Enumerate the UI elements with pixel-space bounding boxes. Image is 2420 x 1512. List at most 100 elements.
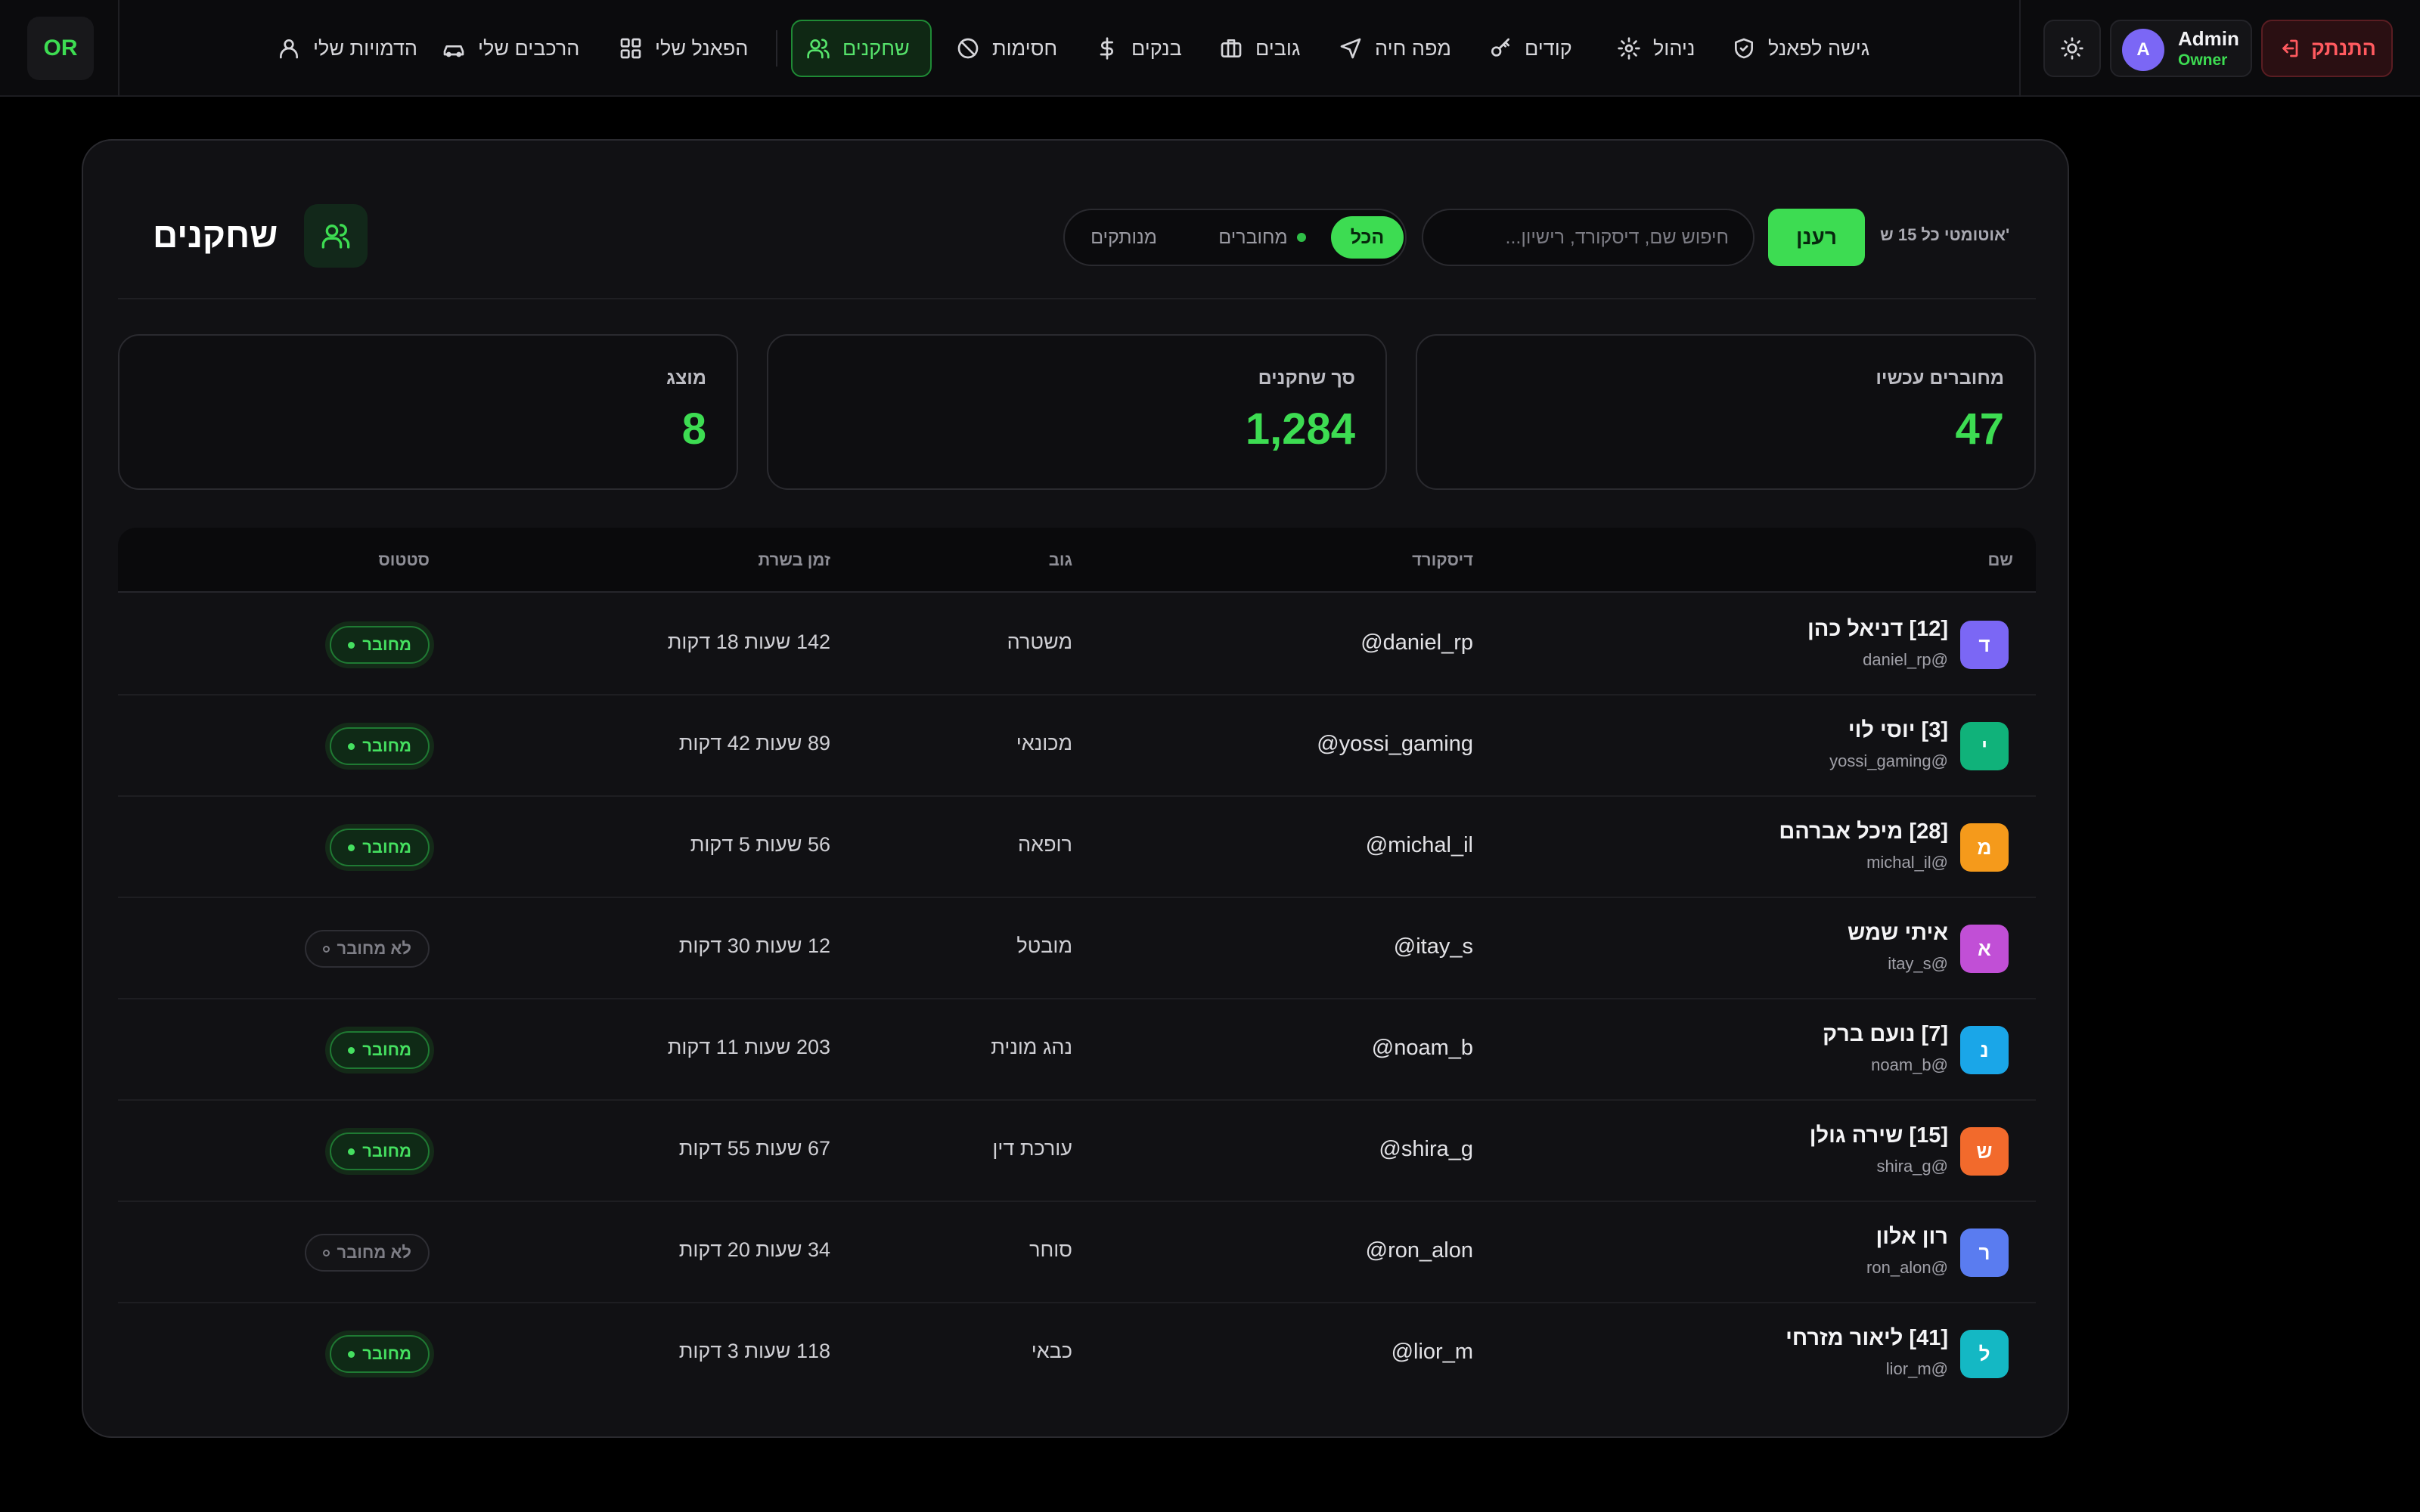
briefcase-icon xyxy=(1221,39,1242,57)
player-handle: yossi_gaming@ xyxy=(1829,751,1948,770)
player-playtime: 12 שעות 30 דקות xyxy=(678,934,830,957)
player-handle: michal_il@ xyxy=(1866,853,1948,872)
filter-offline[interactable]: מנותקים xyxy=(1080,216,1168,259)
status-badge: מחובר xyxy=(330,829,430,866)
nav-item-gangs[interactable]: גובים xyxy=(1205,20,1314,77)
player-name[interactable]: [3] יוסי לוי xyxy=(1848,718,1948,743)
nav-item-label: הרכבים שלי xyxy=(478,36,580,60)
column-header-discord[interactable]: דיסקורד xyxy=(1412,550,1473,570)
column-header-playtime[interactable]: זמן בשרת xyxy=(759,550,831,570)
nav-item-players[interactable]: שחקנים xyxy=(791,20,932,77)
users-icon xyxy=(807,39,830,59)
player-discord: lior_m@ xyxy=(1391,1340,1473,1364)
nav-item-bans[interactable]: חסימות xyxy=(942,20,1071,77)
status-dot-icon xyxy=(348,844,355,851)
players-title-icon xyxy=(304,204,368,268)
player-name[interactable]: [7] נועם ברק xyxy=(1823,1022,1948,1047)
table-row[interactable]: א איתי שמש itay_s@ itay_s@ מובטל 12 שעות 30 ד… xyxy=(118,898,2036,999)
filter-online[interactable]: מחוברים xyxy=(1205,216,1319,259)
player-name[interactable]: [12] דניאל כהן xyxy=(1807,617,1948,642)
nav-item-label: שחקנים xyxy=(842,36,910,60)
logout-icon xyxy=(2282,39,2298,57)
sun-icon xyxy=(2061,37,2083,60)
filter-online-label: מחוברים xyxy=(1218,226,1288,248)
player-discord: daniel_rp@ xyxy=(1360,631,1473,655)
player-name[interactable]: איתי שמש xyxy=(1848,921,1948,946)
player-playtime: 89 שעות 42 דקות xyxy=(678,732,830,754)
nav-item-my-panel[interactable]: הפאנל שלי xyxy=(605,20,762,77)
column-header-name[interactable]: שם xyxy=(1987,550,2013,570)
player-handle: itay_s@ xyxy=(1888,954,1948,973)
player-name[interactable]: [28] מיכל אברהם xyxy=(1779,820,1948,844)
status-dot-icon xyxy=(348,1350,355,1358)
player-playtime: 118 שעות 3 דקות xyxy=(678,1340,830,1362)
nav-item-manage[interactable]: ניהול xyxy=(1603,20,1708,77)
stat-label: סך שחקנים xyxy=(1258,367,1355,389)
navbar-divider xyxy=(2019,0,2021,97)
player-job: עורכת דין xyxy=(992,1137,1072,1160)
status-label: לא מחובר xyxy=(337,939,411,958)
table-row[interactable]: ל [41] ליאור מזרחי lior_m@ lior_m@ כבאי 118 ש… xyxy=(118,1303,2036,1396)
player-job: רופאה xyxy=(1018,833,1072,856)
status-label: מחובר xyxy=(362,1040,411,1059)
status-dot-icon xyxy=(348,641,355,649)
player-name[interactable]: [41] ליאור מזרחי xyxy=(1786,1326,1948,1351)
player-handle: daniel_rp@ xyxy=(1863,650,1948,669)
status-dot-icon xyxy=(322,945,330,953)
shield-check-icon xyxy=(1735,38,1753,59)
user-profile[interactable]: A Admin Owner xyxy=(2110,20,2252,77)
ban-icon xyxy=(957,38,979,59)
table-row[interactable]: י [3] יוסי לוי yossi_gaming@ yossi_gaming@ מ… xyxy=(118,696,2036,797)
player-handle: noam_b@ xyxy=(1871,1055,1948,1074)
nav-item-label: חסימות xyxy=(992,36,1058,60)
nav-item-live-map[interactable]: מפה חיה xyxy=(1325,20,1465,77)
nav-item-codes[interactable]: קודים xyxy=(1475,20,1586,77)
player-discord: noam_b@ xyxy=(1371,1036,1473,1060)
dollar-icon xyxy=(1100,37,1113,60)
column-header-status[interactable]: סטטוס xyxy=(378,550,430,570)
search-input[interactable] xyxy=(1422,209,1754,266)
filter-all[interactable]: הכל xyxy=(1331,216,1404,259)
player-name[interactable]: [15] שירה גולן xyxy=(1810,1123,1948,1148)
auto-refresh-note: אוטומטי כל 15 ש' xyxy=(1880,225,2010,244)
player-playtime: 203 שעות 11 דקות xyxy=(667,1036,830,1058)
nav-divider xyxy=(776,30,777,67)
player-job: משטרה xyxy=(1007,631,1072,653)
player-job: מובטל xyxy=(1016,934,1072,957)
player-name[interactable]: רון אלון xyxy=(1876,1225,1948,1250)
column-header-job[interactable]: גוב xyxy=(1049,550,1072,570)
refresh-button[interactable]: רענן xyxy=(1768,209,1865,266)
logout-button[interactable]: התנתק xyxy=(2261,20,2393,77)
player-discord: yossi_gaming@ xyxy=(1317,732,1473,756)
status-badge: מחובר xyxy=(330,1031,430,1069)
table-row[interactable]: ד [12] דניאל כהן daniel_rp@ daniel_rp@ משטרה… xyxy=(118,594,2036,696)
table-row[interactable]: נ [7] נועם ברק noam_b@ noam_b@ נהג מונית 203 … xyxy=(118,999,2036,1101)
avatar: י xyxy=(1960,722,2009,770)
stat-value: 1,284 xyxy=(1245,404,1355,454)
status-dot-icon xyxy=(322,1249,330,1256)
table-header: שם דיסקורד גוב זמן בשרת סטטוס xyxy=(118,528,2036,593)
nav-item-label: הדמויות שלי xyxy=(313,36,418,60)
player-job: סוחר xyxy=(1029,1238,1072,1261)
nav-item-label: גישה לפאנל xyxy=(1768,36,1870,60)
table-row[interactable]: ר רון אלון ron_alon@ ron_alon@ סוחר 34 שעות 2… xyxy=(118,1202,2036,1303)
theme-toggle-button[interactable] xyxy=(2043,20,2101,77)
status-badge: מחובר xyxy=(330,727,430,765)
avatar: מ xyxy=(1960,823,2009,872)
nav-item-label: בנקים xyxy=(1131,36,1182,60)
status-filter: מנותקים מחוברים הכל xyxy=(1063,209,1407,266)
table-row[interactable]: מ [28] מיכל אברהם michal_il@ michal_il@ רופא… xyxy=(118,797,2036,898)
status-badge: מחובר xyxy=(330,1335,430,1373)
nav-item-my-characters[interactable]: הדמויות שלי xyxy=(263,20,431,77)
status-badge: מחובר xyxy=(330,1132,430,1170)
player-discord: shira_g@ xyxy=(1379,1137,1473,1161)
gear-icon xyxy=(1618,37,1640,60)
user-icon xyxy=(280,39,298,59)
stat-label: מוצג xyxy=(666,367,706,389)
nav-item-banks[interactable]: בנקים xyxy=(1081,20,1196,77)
table-row[interactable]: ש [15] שירה גולן shira_g@ shira_g@ עורכת דין… xyxy=(118,1101,2036,1202)
logout-label: התנתק xyxy=(2311,36,2376,60)
nav-item-panel-access[interactable]: גישה לפאנל xyxy=(1718,20,1883,77)
nav-item-my-vehicles[interactable]: הרכבים שלי xyxy=(428,20,593,77)
app-logo[interactable]: OR xyxy=(27,17,94,80)
